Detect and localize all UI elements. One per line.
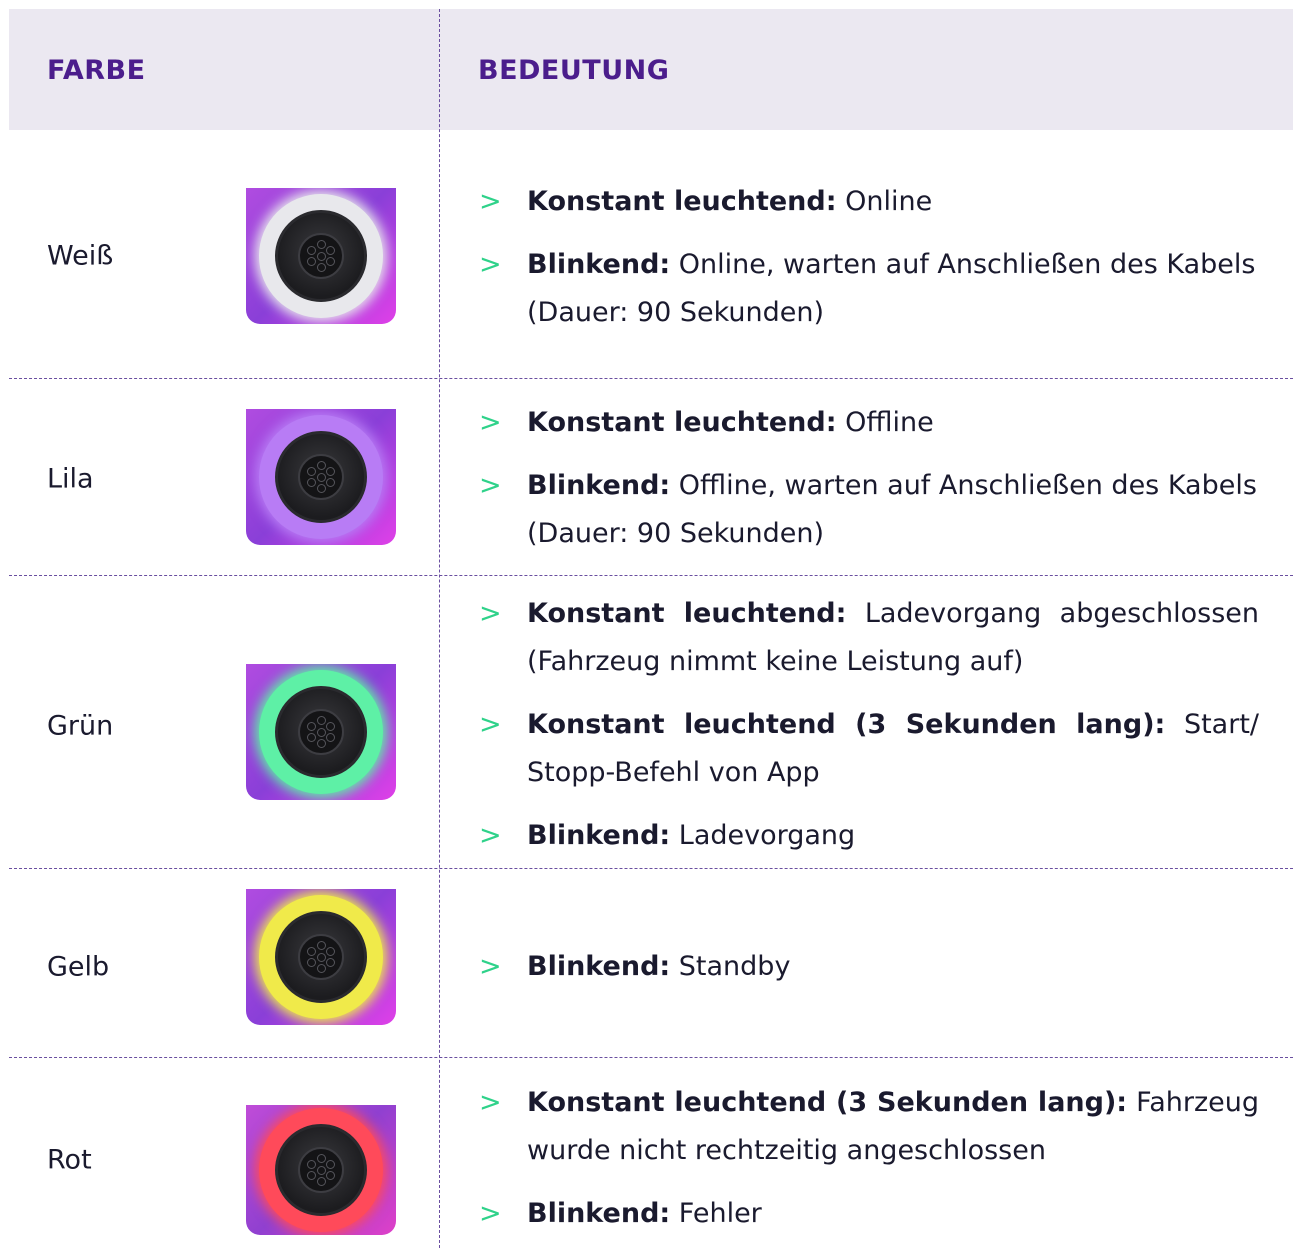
connector-pin xyxy=(326,946,336,956)
led-ring-green-image xyxy=(246,664,396,800)
arrow-icon: > xyxy=(479,407,502,438)
connector-pin xyxy=(306,733,316,743)
meaning-list: > Blinkend: Standby xyxy=(479,943,1259,991)
connector-pin xyxy=(316,239,326,249)
connector-pin xyxy=(316,1165,326,1175)
connector-pin xyxy=(316,940,326,950)
connector-pin xyxy=(316,964,326,974)
led-ring-yellow-image xyxy=(246,889,396,1025)
connector-pin xyxy=(306,257,316,267)
led-ring-red-image xyxy=(246,1105,396,1235)
list-item: > Konstant leuchtend (3 Sekunden lang): S… xyxy=(479,701,1259,797)
connector-pin xyxy=(326,1171,336,1181)
connector-pin xyxy=(316,715,326,725)
connector-pin xyxy=(316,484,326,494)
arrow-icon: > xyxy=(479,186,502,217)
table-row: Rot > Konstant leuchtend (3 Sekunden lang… xyxy=(9,1058,1293,1248)
connector-pin xyxy=(306,245,316,255)
table-header: FARBE BEDEUTUNG xyxy=(9,9,1293,130)
connector-pin xyxy=(326,1159,336,1169)
list-item: > Blinkend: Online, warten auf Anschließe… xyxy=(479,241,1259,337)
connector-pin xyxy=(306,478,316,488)
connector-pin xyxy=(306,946,316,956)
meaning-list: > Konstant leuchtend (3 Sekunden lang): F… xyxy=(479,1079,1259,1238)
table-row: Lila > Konstant leuchtend: Offline > Blink… xyxy=(9,379,1293,576)
color-label: Gelb xyxy=(47,951,110,983)
connector-pin xyxy=(326,466,336,476)
color-label: Lila xyxy=(47,463,94,495)
connector-pin xyxy=(326,245,336,255)
list-item: > Blinkend: Fehler xyxy=(479,1190,1259,1238)
table-row: Grün > Konstant leuchtend: Ladevorgang ab… xyxy=(9,576,1293,869)
list-item: > Blinkend: Ladevorgang xyxy=(479,812,1259,860)
arrow-icon: > xyxy=(479,951,502,982)
connector-pin xyxy=(316,263,326,273)
connector-pin xyxy=(306,1171,316,1181)
connector-pin xyxy=(316,739,326,749)
connector-pin xyxy=(316,1153,326,1163)
led-ring-white-image xyxy=(246,188,396,324)
list-item: > Konstant leuchtend: Offline xyxy=(479,399,1259,447)
table-row: Weiß > Konstant leuchtend: Online > Blinke… xyxy=(9,130,1293,379)
list-item: > Blinkend: Offline, warten auf Anschließ… xyxy=(479,462,1259,558)
connector-pin xyxy=(326,478,336,488)
color-label: Weiß xyxy=(47,240,114,272)
list-item: > Konstant leuchtend (3 Sekunden lang): F… xyxy=(479,1079,1259,1175)
connector-pin xyxy=(306,1159,316,1169)
list-item: > Konstant leuchtend: Ladevorgang abgesch… xyxy=(479,590,1259,686)
color-label: Grün xyxy=(47,710,114,742)
table-row: Gelb > Blinkend: Standby xyxy=(9,869,1293,1058)
arrow-icon: > xyxy=(479,709,502,740)
meaning-list: > Konstant leuchtend: Ladevorgang abgesch… xyxy=(479,590,1259,860)
connector-pin xyxy=(306,958,316,968)
connector-pin xyxy=(306,466,316,476)
connector-pin xyxy=(316,460,326,470)
list-item: > Konstant leuchtend: Online xyxy=(479,178,1259,226)
connector-pin xyxy=(326,733,336,743)
meaning-list: > Konstant leuchtend: Offline > Blinkend: … xyxy=(479,399,1259,558)
connector-pin xyxy=(306,721,316,731)
connector-pin xyxy=(316,472,326,482)
arrow-icon: > xyxy=(479,820,502,851)
connector-pin xyxy=(316,1177,326,1187)
arrow-icon: > xyxy=(479,470,502,501)
connector-pin xyxy=(326,721,336,731)
list-item: > Blinkend: Standby xyxy=(479,943,1259,991)
header-bedeutung: BEDEUTUNG xyxy=(478,55,670,86)
arrow-icon: > xyxy=(479,1087,502,1118)
led-ring-purple-image xyxy=(246,409,396,545)
color-label: Rot xyxy=(47,1144,92,1176)
connector-pin xyxy=(316,251,326,261)
connector-pin xyxy=(316,952,326,962)
header-farbe: FARBE xyxy=(47,55,146,86)
connector-pin xyxy=(326,958,336,968)
arrow-icon: > xyxy=(479,249,502,280)
arrow-icon: > xyxy=(479,1198,502,1229)
connector-pin xyxy=(326,257,336,267)
meaning-list: > Konstant leuchtend: Online > Blinkend: O… xyxy=(479,178,1259,337)
connector-pin xyxy=(316,727,326,737)
led-color-table: FARBE BEDEUTUNG Weiß > Konstant leuchtend… xyxy=(9,9,1293,1248)
arrow-icon: > xyxy=(479,598,502,629)
